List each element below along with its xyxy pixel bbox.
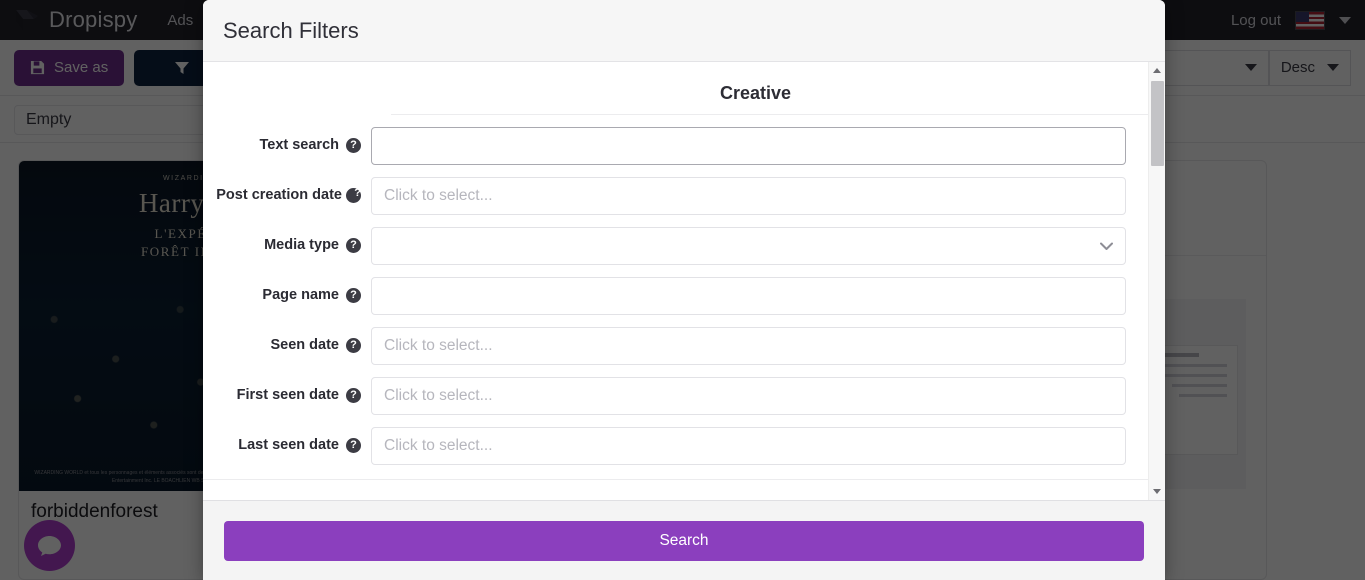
chevron-down-icon <box>1100 242 1113 250</box>
question-mark-icon[interactable]: ? <box>346 188 361 204</box>
scrollbar-thumb[interactable] <box>1151 81 1164 166</box>
modal-scroll-area: Creative Text search ? Post creation dat… <box>203 62 1148 500</box>
scroll-up-button[interactable] <box>1149 62 1165 79</box>
field-row-media-type: Media type ? <box>203 227 1148 265</box>
triangle-up-icon <box>1153 68 1161 73</box>
seen-date-input[interactable]: Click to select... <box>371 327 1126 365</box>
field-row-seen-date: Seen date ? Click to select... <box>203 327 1148 365</box>
field-row-text-search: Text search ? <box>203 127 1148 165</box>
label-seen-date: Seen date ? <box>203 335 371 356</box>
label-page-name: Page name ? <box>203 285 371 306</box>
modal-scrollbar[interactable] <box>1148 62 1165 500</box>
modal-footer: Search <box>203 500 1165 580</box>
triangle-down-icon <box>1153 489 1161 494</box>
field-row-last-seen-date: Last seen date ? Click to select... <box>203 427 1148 465</box>
modal-title: Search Filters <box>223 17 359 43</box>
question-mark-icon[interactable]: ? <box>346 138 361 154</box>
divider <box>391 114 1148 115</box>
label-post-creation-date: Post creation date ? <box>216 187 361 204</box>
text-search-input[interactable] <box>371 127 1126 165</box>
search-filters-modal: Search Filters Creative Text search ? Po… <box>203 0 1165 580</box>
post-creation-date-input[interactable]: Click to select... <box>371 177 1126 215</box>
question-mark-icon[interactable]: ? <box>346 388 361 404</box>
question-mark-icon[interactable]: ? <box>346 238 361 254</box>
scroll-down-button[interactable] <box>1149 483 1165 500</box>
modal-header: Search Filters <box>203 0 1165 62</box>
question-mark-icon[interactable]: ? <box>346 438 361 454</box>
label-text-search: Text search ? <box>203 135 371 156</box>
search-button[interactable]: Search <box>224 520 1144 561</box>
label-media-type: Media type ? <box>203 235 371 256</box>
modal-body: Creative Text search ? Post creation dat… <box>203 62 1165 500</box>
last-seen-date-input[interactable]: Click to select... <box>371 427 1126 465</box>
question-mark-icon[interactable]: ? <box>346 338 361 354</box>
field-row-page-name: Page name ? <box>203 277 1148 315</box>
section-title-creative: Creative <box>719 83 792 103</box>
question-mark-icon[interactable]: ? <box>346 288 361 304</box>
label-last-seen-date: Last seen date ? <box>203 435 371 456</box>
page-name-input[interactable] <box>371 277 1126 315</box>
divider <box>203 479 1148 480</box>
field-row-post-creation-date: Post creation date ? Click to select... <box>203 177 1148 215</box>
field-row-first-seen-date: First seen date ? Click to select... <box>203 377 1148 415</box>
media-type-select[interactable] <box>371 227 1126 265</box>
label-first-seen-date: First seen date ? <box>203 385 371 406</box>
first-seen-date-input[interactable]: Click to select... <box>371 377 1126 415</box>
